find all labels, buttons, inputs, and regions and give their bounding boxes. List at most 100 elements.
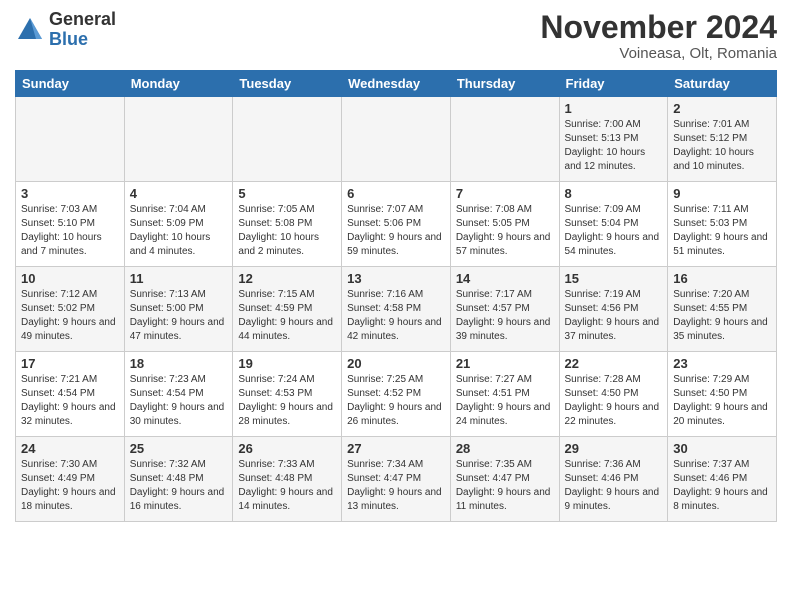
calendar-table: SundayMondayTuesdayWednesdayThursdayFrid…: [15, 70, 777, 522]
calendar-cell: [124, 97, 233, 182]
calendar-cell: 24 Sunrise: 7:30 AM Sunset: 4:49 PM Dayli…: [16, 437, 125, 522]
day-number: 17: [21, 356, 119, 371]
calendar-cell: 13Sunrise: 7:16 AM Sunset: 4:58 PM Dayli…: [342, 267, 451, 352]
day-info: Sunrise: 7:05 AM Sunset: 5:08 PM Dayligh…: [238, 203, 336, 259]
day-number: 4: [130, 186, 228, 201]
day-info: Sunrise: 7:15 AM Sunset: 4:59 PM Dayligh…: [238, 288, 336, 344]
calendar-week-row: 3Sunrise: 7:03 AM Sunset: 5:10 PM Daylig…: [16, 182, 777, 267]
day-info: Sunrise: 7:16 AM Sunset: 4:58 PM Dayligh…: [347, 288, 445, 344]
calendar-cell: 21 Sunrise: 7:27 AM Sunset: 4:51 PM Dayli…: [450, 352, 559, 437]
day-info: Sunrise: 7:29 AM Sunset: 4:50 PM Dayligh…: [673, 373, 771, 429]
day-info: Sunrise: 7:30 AM Sunset: 4:49 PM Dayligh…: [21, 458, 119, 514]
day-info: Sunrise: 7:24 AM Sunset: 4:53 PM Dayligh…: [238, 373, 336, 429]
calendar-cell: 22 Sunrise: 7:28 AM Sunset: 4:50 PM Dayli…: [559, 352, 668, 437]
calendar-week-row: 24 Sunrise: 7:30 AM Sunset: 4:49 PM Dayli…: [16, 437, 777, 522]
day-number: 1: [565, 101, 663, 116]
day-info: Sunrise: 7:28 AM Sunset: 4:50 PM Dayligh…: [565, 373, 663, 429]
calendar-header-row: SundayMondayTuesdayWednesdayThursdayFrid…: [16, 71, 777, 97]
day-number: 14: [456, 271, 554, 286]
header: General Blue November 2024 Voineasa, Olt…: [15, 10, 777, 62]
day-info: Sunrise: 7:17 AM Sunset: 4:57 PM Dayligh…: [456, 288, 554, 344]
day-number: 5: [238, 186, 336, 201]
day-number: 27: [347, 441, 445, 456]
col-header-thursday: Thursday: [450, 71, 559, 97]
day-number: 21: [456, 356, 554, 371]
day-number: 8: [565, 186, 663, 201]
logo-icon: [15, 15, 45, 45]
day-number: 19: [238, 356, 336, 371]
day-info: Sunrise: 7:21 AM Sunset: 4:54 PM Dayligh…: [21, 373, 119, 429]
calendar-cell: 10Sunrise: 7:12 AM Sunset: 5:02 PM Dayli…: [16, 267, 125, 352]
day-info: Sunrise: 7:23 AM Sunset: 4:54 PM Dayligh…: [130, 373, 228, 429]
col-header-monday: Monday: [124, 71, 233, 97]
calendar-cell: [233, 97, 342, 182]
calendar-cell: 5 Sunrise: 7:05 AM Sunset: 5:08 PM Daylig…: [233, 182, 342, 267]
calendar-cell: 7Sunrise: 7:08 AM Sunset: 5:05 PM Daylig…: [450, 182, 559, 267]
day-info: Sunrise: 7:32 AM Sunset: 4:48 PM Dayligh…: [130, 458, 228, 514]
day-info: Sunrise: 7:27 AM Sunset: 4:51 PM Dayligh…: [456, 373, 554, 429]
day-number: 15: [565, 271, 663, 286]
day-info: Sunrise: 7:04 AM Sunset: 5:09 PM Dayligh…: [130, 203, 228, 259]
calendar-cell: 1 Sunrise: 7:00 AM Sunset: 5:13 PM Daylig…: [559, 97, 668, 182]
day-number: 30: [673, 441, 771, 456]
day-number: 26: [238, 441, 336, 456]
day-number: 18: [130, 356, 228, 371]
calendar-cell: 2 Sunrise: 7:01 AM Sunset: 5:12 PM Daylig…: [668, 97, 777, 182]
calendar-cell: 26 Sunrise: 7:33 AM Sunset: 4:48 PM Dayli…: [233, 437, 342, 522]
day-info: Sunrise: 7:01 AM Sunset: 5:12 PM Dayligh…: [673, 118, 771, 174]
day-number: 16: [673, 271, 771, 286]
calendar-cell: 15Sunrise: 7:19 AM Sunset: 4:56 PM Dayli…: [559, 267, 668, 352]
day-number: 2: [673, 101, 771, 116]
calendar-cell: [16, 97, 125, 182]
calendar-cell: 20 Sunrise: 7:25 AM Sunset: 4:52 PM Dayli…: [342, 352, 451, 437]
col-header-sunday: Sunday: [16, 71, 125, 97]
calendar-cell: [450, 97, 559, 182]
col-header-friday: Friday: [559, 71, 668, 97]
day-number: 22: [565, 356, 663, 371]
calendar-cell: 29 Sunrise: 7:36 AM Sunset: 4:46 PM Dayli…: [559, 437, 668, 522]
day-info: Sunrise: 7:00 AM Sunset: 5:13 PM Dayligh…: [565, 118, 663, 174]
calendar-cell: 3Sunrise: 7:03 AM Sunset: 5:10 PM Daylig…: [16, 182, 125, 267]
day-info: Sunrise: 7:11 AM Sunset: 5:03 PM Dayligh…: [673, 203, 771, 259]
day-info: Sunrise: 7:12 AM Sunset: 5:02 PM Dayligh…: [21, 288, 119, 344]
day-number: 6: [347, 186, 445, 201]
calendar-cell: 27Sunrise: 7:34 AM Sunset: 4:47 PM Dayli…: [342, 437, 451, 522]
logo-text: General Blue: [49, 10, 116, 50]
day-number: 7: [456, 186, 554, 201]
calendar-cell: 19 Sunrise: 7:24 AM Sunset: 4:53 PM Dayli…: [233, 352, 342, 437]
logo: General Blue: [15, 10, 116, 50]
day-number: 20: [347, 356, 445, 371]
day-number: 3: [21, 186, 119, 201]
calendar-week-row: 17 Sunrise: 7:21 AM Sunset: 4:54 PM Dayli…: [16, 352, 777, 437]
day-info: Sunrise: 7:20 AM Sunset: 4:55 PM Dayligh…: [673, 288, 771, 344]
logo-blue: Blue: [49, 29, 88, 49]
page: General Blue November 2024 Voineasa, Olt…: [0, 0, 792, 532]
calendar-cell: 23Sunrise: 7:29 AM Sunset: 4:50 PM Dayli…: [668, 352, 777, 437]
day-number: 9: [673, 186, 771, 201]
day-info: Sunrise: 7:37 AM Sunset: 4:46 PM Dayligh…: [673, 458, 771, 514]
calendar-cell: 30 Sunrise: 7:37 AM Sunset: 4:46 PM Dayli…: [668, 437, 777, 522]
calendar-cell: 16 Sunrise: 7:20 AM Sunset: 4:55 PM Dayli…: [668, 267, 777, 352]
title-block: November 2024 Voineasa, Olt, Romania: [540, 10, 777, 62]
calendar-cell: 4 Sunrise: 7:04 AM Sunset: 5:09 PM Daylig…: [124, 182, 233, 267]
day-info: Sunrise: 7:09 AM Sunset: 5:04 PM Dayligh…: [565, 203, 663, 259]
day-number: 11: [130, 271, 228, 286]
calendar-cell: 17 Sunrise: 7:21 AM Sunset: 4:54 PM Dayli…: [16, 352, 125, 437]
calendar-cell: 6 Sunrise: 7:07 AM Sunset: 5:06 PM Daylig…: [342, 182, 451, 267]
calendar-cell: [342, 97, 451, 182]
calendar-cell: 18 Sunrise: 7:23 AM Sunset: 4:54 PM Dayli…: [124, 352, 233, 437]
day-info: Sunrise: 7:25 AM Sunset: 4:52 PM Dayligh…: [347, 373, 445, 429]
calendar-cell: 9 Sunrise: 7:11 AM Sunset: 5:03 PM Daylig…: [668, 182, 777, 267]
location: Voineasa, Olt, Romania: [540, 45, 777, 62]
col-header-tuesday: Tuesday: [233, 71, 342, 97]
calendar-week-row: 1 Sunrise: 7:00 AM Sunset: 5:13 PM Daylig…: [16, 97, 777, 182]
day-info: Sunrise: 7:07 AM Sunset: 5:06 PM Dayligh…: [347, 203, 445, 259]
day-info: Sunrise: 7:36 AM Sunset: 4:46 PM Dayligh…: [565, 458, 663, 514]
day-number: 24: [21, 441, 119, 456]
calendar-cell: 12Sunrise: 7:15 AM Sunset: 4:59 PM Dayli…: [233, 267, 342, 352]
day-info: Sunrise: 7:35 AM Sunset: 4:47 PM Dayligh…: [456, 458, 554, 514]
day-number: 29: [565, 441, 663, 456]
logo-general: General: [49, 9, 116, 29]
month-title: November 2024: [540, 10, 777, 45]
day-info: Sunrise: 7:33 AM Sunset: 4:48 PM Dayligh…: [238, 458, 336, 514]
